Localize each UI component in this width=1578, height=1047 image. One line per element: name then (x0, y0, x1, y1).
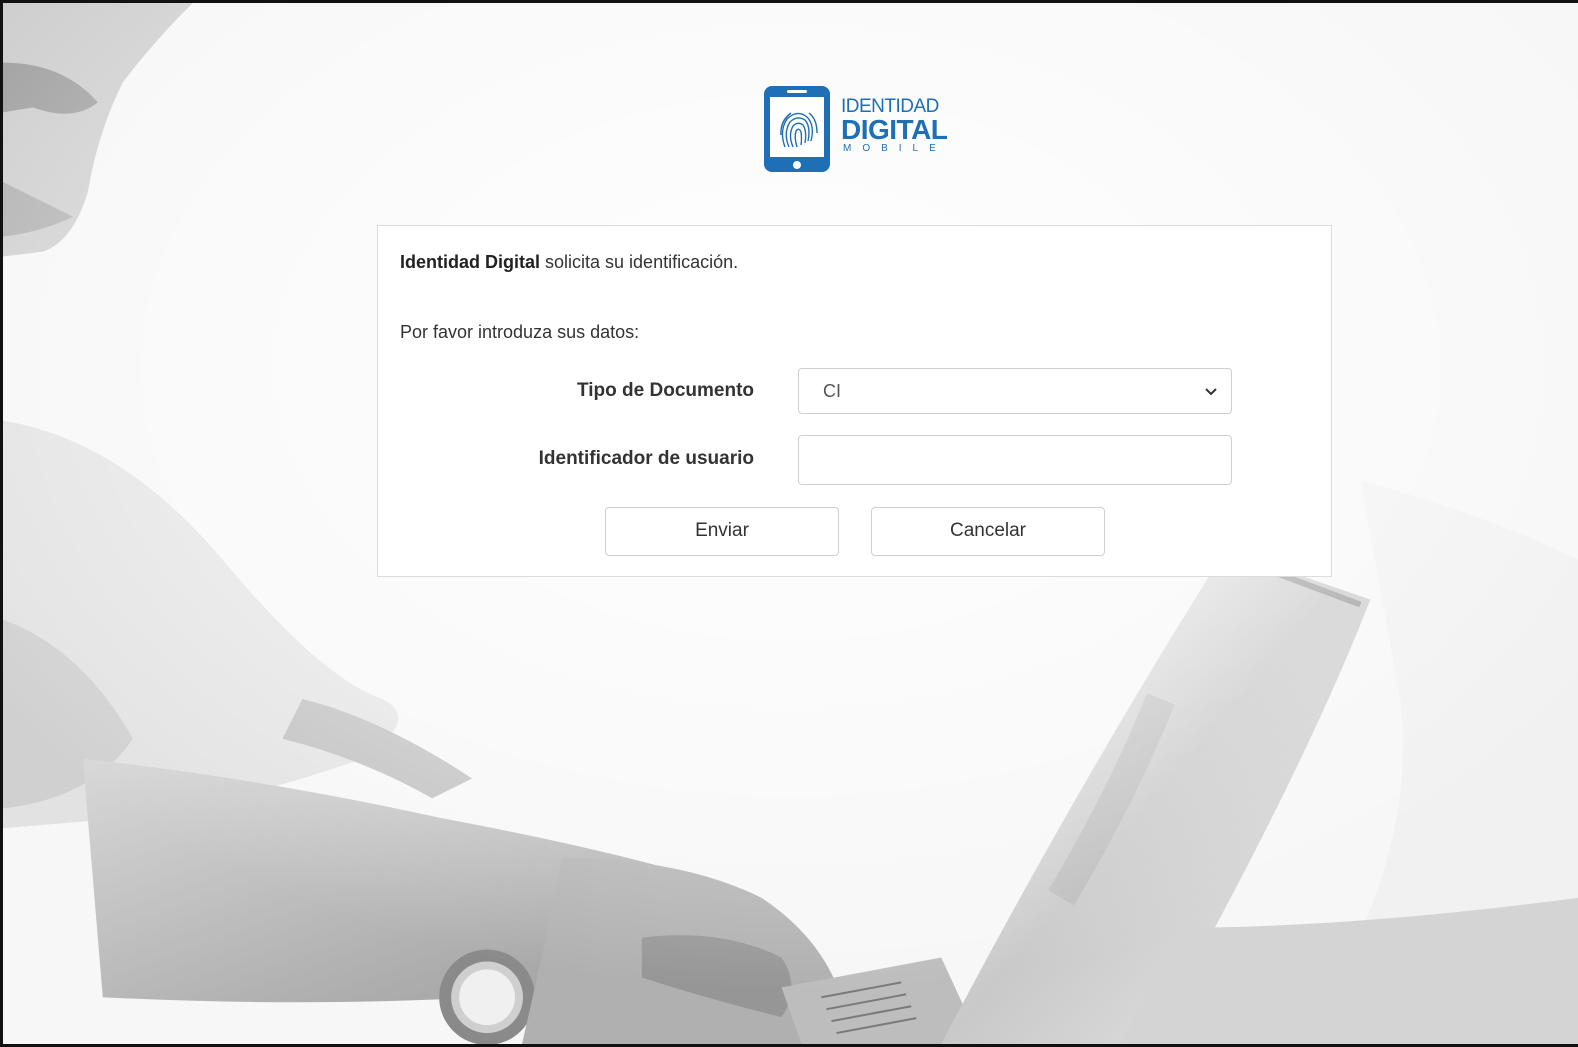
page-frame: IDENTIDAD DIGITAL MOBILE Identidad Digit… (0, 0, 1578, 1047)
identification-panel: Identidad Digital solicita su identifica… (377, 225, 1332, 577)
chevron-down-icon (1205, 388, 1217, 396)
intro-text: Identidad Digital solicita su identifica… (400, 252, 738, 273)
doc-type-select[interactable]: CI (798, 368, 1232, 414)
logo-line-mobile: MOBILE (843, 143, 947, 154)
phone-fingerprint-icon (764, 86, 830, 172)
send-button[interactable]: Enviar (605, 507, 839, 556)
user-id-input[interactable] (798, 435, 1232, 485)
intro-message: solicita su identificación. (540, 252, 739, 272)
doc-type-selected-value: CI (823, 381, 841, 401)
logo-line-digital: DIGITAL (841, 114, 948, 145)
cancel-button[interactable]: Cancelar (871, 507, 1105, 556)
app-name: Identidad Digital (400, 252, 541, 272)
brand-logo: IDENTIDAD DIGITAL MOBILE (763, 85, 953, 175)
logo-wordmark: IDENTIDAD DIGITAL MOBILE (841, 97, 948, 155)
user-id-label: Identificador de usuario (538, 448, 754, 469)
form-prompt: Por favor introduza sus datos: (400, 322, 640, 342)
doc-type-label: Tipo de Documento (577, 380, 754, 401)
